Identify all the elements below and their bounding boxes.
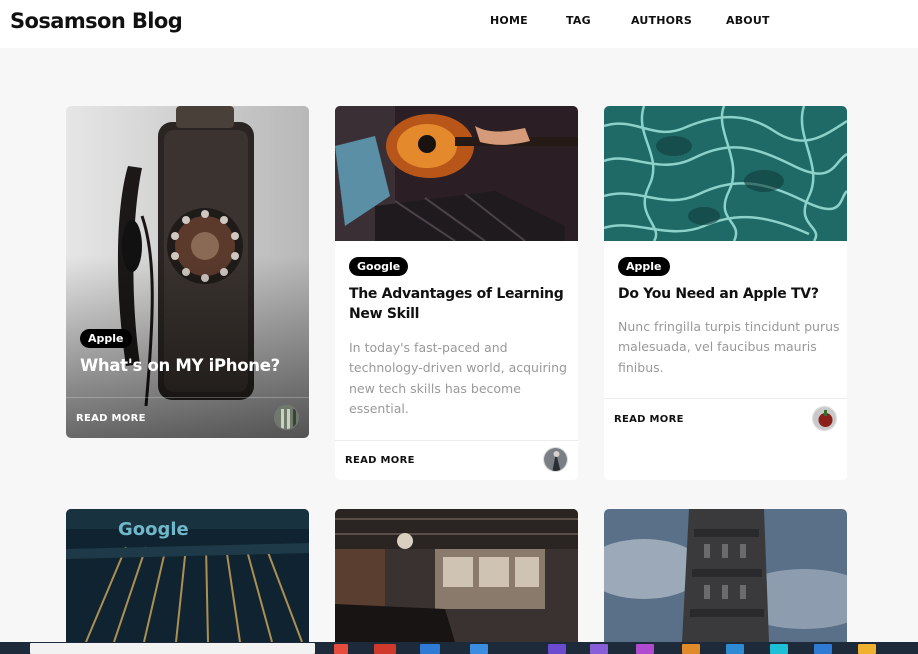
taskbar-app-icon[interactable] <box>636 644 654 654</box>
taskbar-app-icon[interactable] <box>814 644 832 654</box>
post-excerpt-line-3: finibus. <box>618 360 664 375</box>
read-more-link[interactable]: READ MORE <box>76 413 146 424</box>
post-card[interactable]: Google <box>66 509 309 642</box>
post-excerpt-line-1: Nunc fringilla turpis tincidunt purus <box>618 319 840 334</box>
post-card[interactable] <box>604 509 847 642</box>
nav-tag[interactable]: TAG <box>566 14 591 27</box>
taskbar-search-box[interactable] <box>30 643 315 654</box>
author-avatar[interactable] <box>543 447 568 472</box>
google-sign-text: Google <box>118 519 189 540</box>
taskbar-app-icon[interactable] <box>420 644 440 654</box>
post-excerpt-line-1: In today's fast-paced and <box>349 340 508 355</box>
taskbar-app-icon[interactable] <box>334 644 348 654</box>
nav-about[interactable]: ABOUT <box>726 14 770 27</box>
water-caustics-photo <box>604 106 847 241</box>
card-divider <box>66 397 309 398</box>
post-title-line-1[interactable]: The Advantages of Learning <box>349 284 564 304</box>
post-excerpt-line-3: new tech skills has become <box>349 381 521 396</box>
loft-interior-photo <box>335 509 578 642</box>
rotary-phone-photo <box>66 106 309 438</box>
card-divider <box>335 440 578 441</box>
taskbar-app-icon[interactable] <box>548 644 566 654</box>
os-taskbar <box>0 642 918 654</box>
google-building-photo: Google <box>66 509 309 642</box>
post-title[interactable]: What's on MY iPhone? <box>80 356 280 376</box>
author-avatar[interactable] <box>812 406 837 431</box>
site-brand[interactable]: Sosamson Blog <box>10 9 183 33</box>
nav-authors[interactable]: AUTHORS <box>631 14 692 27</box>
site-header: Sosamson Blog HOME TAG AUTHORS ABOUT <box>0 0 918 48</box>
taskbar-app-icon[interactable] <box>682 644 700 654</box>
taskbar-app-icon[interactable] <box>726 644 744 654</box>
post-card-featured[interactable]: Apple What's on MY iPhone? READ MORE <box>66 106 309 438</box>
taskbar-app-icon[interactable] <box>770 644 788 654</box>
category-badge[interactable]: Apple <box>618 257 670 276</box>
post-card[interactable]: Apple Do You Need an Apple TV? Nunc frin… <box>604 106 847 480</box>
post-excerpt-line-2: malesuada, vel faucibus mauris <box>618 339 817 354</box>
taskbar-app-icon[interactable] <box>374 644 396 654</box>
post-title[interactable]: Do You Need an Apple TV? <box>618 284 819 304</box>
post-title-line-2[interactable]: New Skill <box>349 304 419 324</box>
taskbar-app-icon[interactable] <box>858 644 876 654</box>
read-more-link[interactable]: READ MORE <box>614 414 684 425</box>
guitar-photo <box>335 106 578 241</box>
stone-tower-photo <box>604 509 847 642</box>
category-badge[interactable]: Apple <box>80 329 132 348</box>
post-excerpt-line-2: technology-driven world, acquiring <box>349 360 567 375</box>
post-card[interactable] <box>335 509 578 642</box>
read-more-link[interactable]: READ MORE <box>345 455 415 466</box>
taskbar-app-icon[interactable] <box>590 644 608 654</box>
post-card[interactable]: Google The Advantages of Learning New Sk… <box>335 106 578 480</box>
author-avatar[interactable] <box>274 405 299 430</box>
category-badge[interactable]: Google <box>349 257 409 276</box>
card-divider <box>604 398 847 399</box>
taskbar-app-icon[interactable] <box>470 644 488 654</box>
nav-home[interactable]: HOME <box>490 14 528 27</box>
post-excerpt-line-4: essential. <box>349 401 409 416</box>
